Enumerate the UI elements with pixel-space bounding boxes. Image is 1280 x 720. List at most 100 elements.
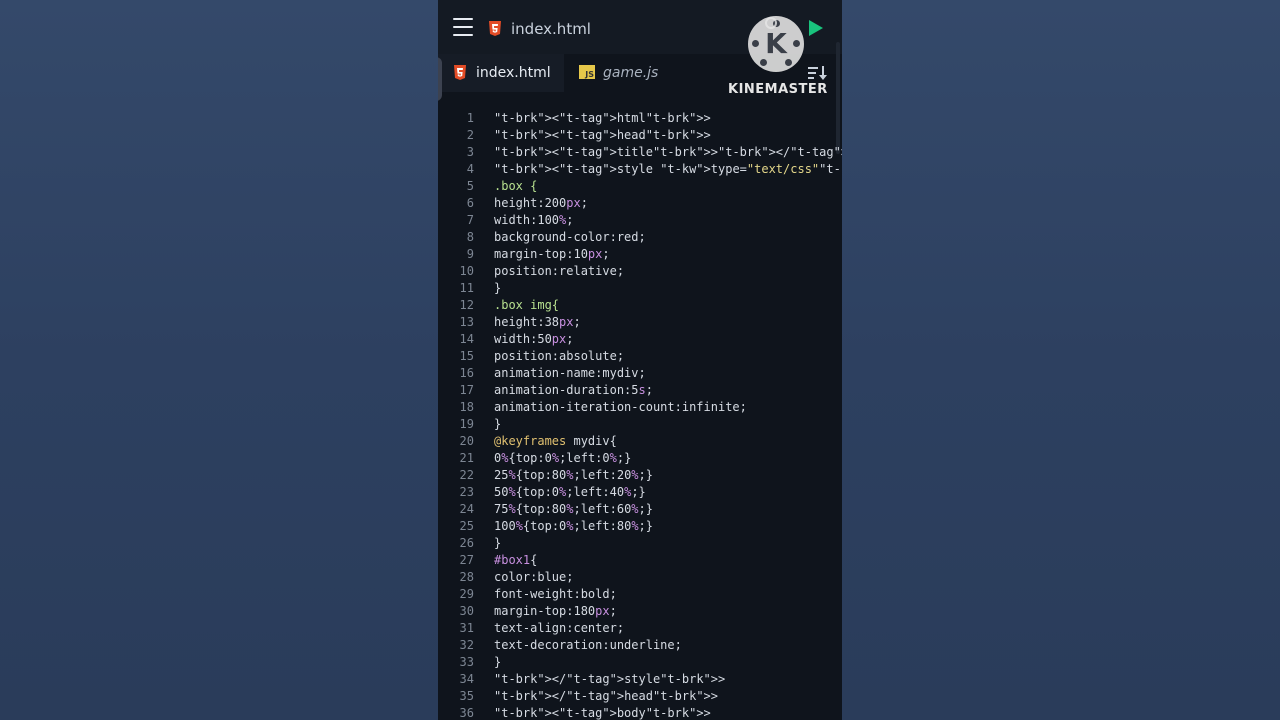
html5-icon — [489, 21, 501, 36]
code-line[interactable]: 16 animation-name:mydiv; — [438, 365, 842, 382]
line-number: 4 — [466, 162, 474, 176]
code-text: "t-brk"><"t-tag">title"t-brk">>"t-brk"><… — [494, 145, 842, 159]
html5-icon — [454, 65, 466, 80]
code-line[interactable]: 8 background-color:red; — [438, 229, 842, 246]
code-area[interactable]: 1 "t-brk"><"t-tag">html"t-brk">> 2 "t-brk">… — [438, 110, 842, 720]
code-text: "t-brk"><"t-tag">body"t-brk">> — [494, 706, 711, 720]
line-number: 11 — [459, 281, 474, 295]
code-line[interactable]: 21 0%{top:0%;left:0%;} — [438, 450, 842, 467]
code-line[interactable]: 9 margin-top:10px; — [438, 246, 842, 263]
tab-label: index.html — [476, 65, 551, 81]
line-number: 29 — [459, 587, 474, 601]
code-text: width:100%; — [494, 213, 574, 227]
js-icon: JS — [579, 65, 595, 79]
line-number: 14 — [459, 332, 474, 346]
code-text: height:38px; — [494, 315, 581, 329]
code-text: .box { — [494, 179, 538, 193]
tab-index-html[interactable]: index.html — [438, 54, 564, 92]
code-text: "t-brk"><"t-tag">head"t-brk">> — [494, 128, 711, 142]
tab-game-js[interactable]: JS game.js — [568, 54, 678, 92]
code-text: height:200px; — [494, 196, 588, 210]
code-line[interactable]: 17 animation-duration:5s; — [438, 382, 842, 399]
sort-icon[interactable] — [808, 66, 828, 80]
background-left — [0, 0, 438, 720]
code-line[interactable]: 32 text-decoration:underline; — [438, 637, 842, 654]
code-text: "t-brk"></"t-tag">style"t-brk">> — [494, 672, 726, 686]
hamburger-menu-icon[interactable] — [453, 18, 473, 36]
code-text: 100%{top:0%;left:80%;} — [494, 519, 653, 533]
code-line[interactable]: 35 "t-brk"></"t-tag">head"t-brk">> — [438, 688, 842, 705]
line-number: 21 — [459, 451, 474, 465]
code-line[interactable]: 7 width:100%; — [438, 212, 842, 229]
code-text: #box1{ — [494, 553, 538, 567]
code-text: position:absolute; — [494, 349, 625, 363]
code-line[interactable]: 24 75%{top:80%;left:60%;} — [438, 501, 842, 518]
code-line[interactable]: 18 animation-iteration-count:infinite; — [438, 399, 842, 416]
code-text: text-align:center; — [494, 621, 625, 635]
line-number: 10 — [459, 264, 474, 278]
line-number: 22 — [459, 468, 474, 482]
code-line[interactable]: 11} — [438, 280, 842, 297]
code-text: } — [494, 417, 502, 431]
line-number: 15 — [459, 349, 474, 363]
code-text: 25%{top:80%;left:20%;} — [494, 468, 653, 482]
code-line[interactable]: 31 text-align:center; — [438, 620, 842, 637]
tab-scroll-edge — [438, 57, 442, 101]
line-number: 18 — [459, 400, 474, 414]
code-line[interactable]: 28 color:blue; — [438, 569, 842, 586]
run-icon[interactable] — [809, 20, 823, 36]
line-number: 2 — [466, 128, 474, 142]
line-number: 17 — [459, 383, 474, 397]
code-line[interactable]: 2 "t-brk"><"t-tag">head"t-brk">> — [438, 127, 842, 144]
code-line[interactable]: 10 position:relative; — [438, 263, 842, 280]
line-number: 36 — [459, 706, 474, 720]
line-number: 6 — [466, 196, 474, 210]
background-right — [842, 0, 1280, 720]
line-number: 13 — [459, 315, 474, 329]
code-text: animation-duration:5s; — [494, 383, 653, 397]
code-text: } — [494, 655, 502, 669]
code-text: 0%{top:0%;left:0%;} — [494, 451, 632, 465]
code-line[interactable]: 13 height:38px; — [438, 314, 842, 331]
code-line[interactable]: 27 #box1{ — [438, 552, 842, 569]
code-text: margin-top:180px; — [494, 604, 617, 618]
code-line[interactable]: 26} — [438, 535, 842, 552]
code-line[interactable]: 20 @keyframes mydiv{ — [438, 433, 842, 450]
code-text: } — [494, 536, 502, 550]
code-line[interactable]: 34 "t-brk"></"t-tag">style"t-brk">> — [438, 671, 842, 688]
code-text: @keyframes mydiv{ — [494, 434, 617, 448]
code-text: color:blue; — [494, 570, 574, 584]
code-line[interactable]: 25 100%{top:0%;left:80%;} — [438, 518, 842, 535]
code-line[interactable]: 5 .box { — [438, 178, 842, 195]
kinemaster-watermark: KINEMASTER — [728, 82, 828, 97]
line-number: 19 — [459, 417, 474, 431]
code-line[interactable]: 19} — [438, 416, 842, 433]
line-number: 30 — [459, 604, 474, 618]
code-line[interactable]: 29 font-weight:bold; — [438, 586, 842, 603]
code-line[interactable]: 12 .box img{ — [438, 297, 842, 314]
code-editor-window: index.html index.html JS game.js K KINEM… — [438, 0, 842, 720]
code-line[interactable]: 6 height:200px; — [438, 195, 842, 212]
code-line[interactable]: 14 width:50px; — [438, 331, 842, 348]
code-text: "t-brk"></"t-tag">head"t-brk">> — [494, 689, 718, 703]
line-number: 1 — [466, 111, 474, 125]
code-text: .box img{ — [494, 298, 560, 312]
line-number: 5 — [466, 179, 474, 193]
code-line[interactable]: 30 margin-top:180px; — [438, 603, 842, 620]
code-text: 75%{top:80%;left:60%;} — [494, 502, 653, 516]
code-line[interactable]: 4 "t-brk"><"t-tag">style "t-kw">type="tex… — [438, 161, 842, 178]
code-text: "t-brk"><"t-tag">html"t-brk">> — [494, 111, 711, 125]
tab-label: game.js — [603, 65, 659, 81]
line-number: 33 — [459, 655, 474, 669]
code-line[interactable]: 3 "t-brk"><"t-tag">title"t-brk">>"t-brk">… — [438, 144, 842, 161]
code-line[interactable]: 23 50%{top:0%;left:40%;} — [438, 484, 842, 501]
code-line[interactable]: 33} — [438, 654, 842, 671]
code-text: } — [494, 281, 502, 295]
code-line[interactable]: 22 25%{top:80%;left:20%;} — [438, 467, 842, 484]
kinemaster-ring-icon — [765, 17, 777, 29]
code-line[interactable]: 36 "t-brk"><"t-tag">body"t-brk">> — [438, 705, 842, 720]
code-text: font-weight:bold; — [494, 587, 617, 601]
line-number: 28 — [459, 570, 474, 584]
code-line[interactable]: 1 "t-brk"><"t-tag">html"t-brk">> — [438, 110, 842, 127]
code-line[interactable]: 15 position:absolute; — [438, 348, 842, 365]
